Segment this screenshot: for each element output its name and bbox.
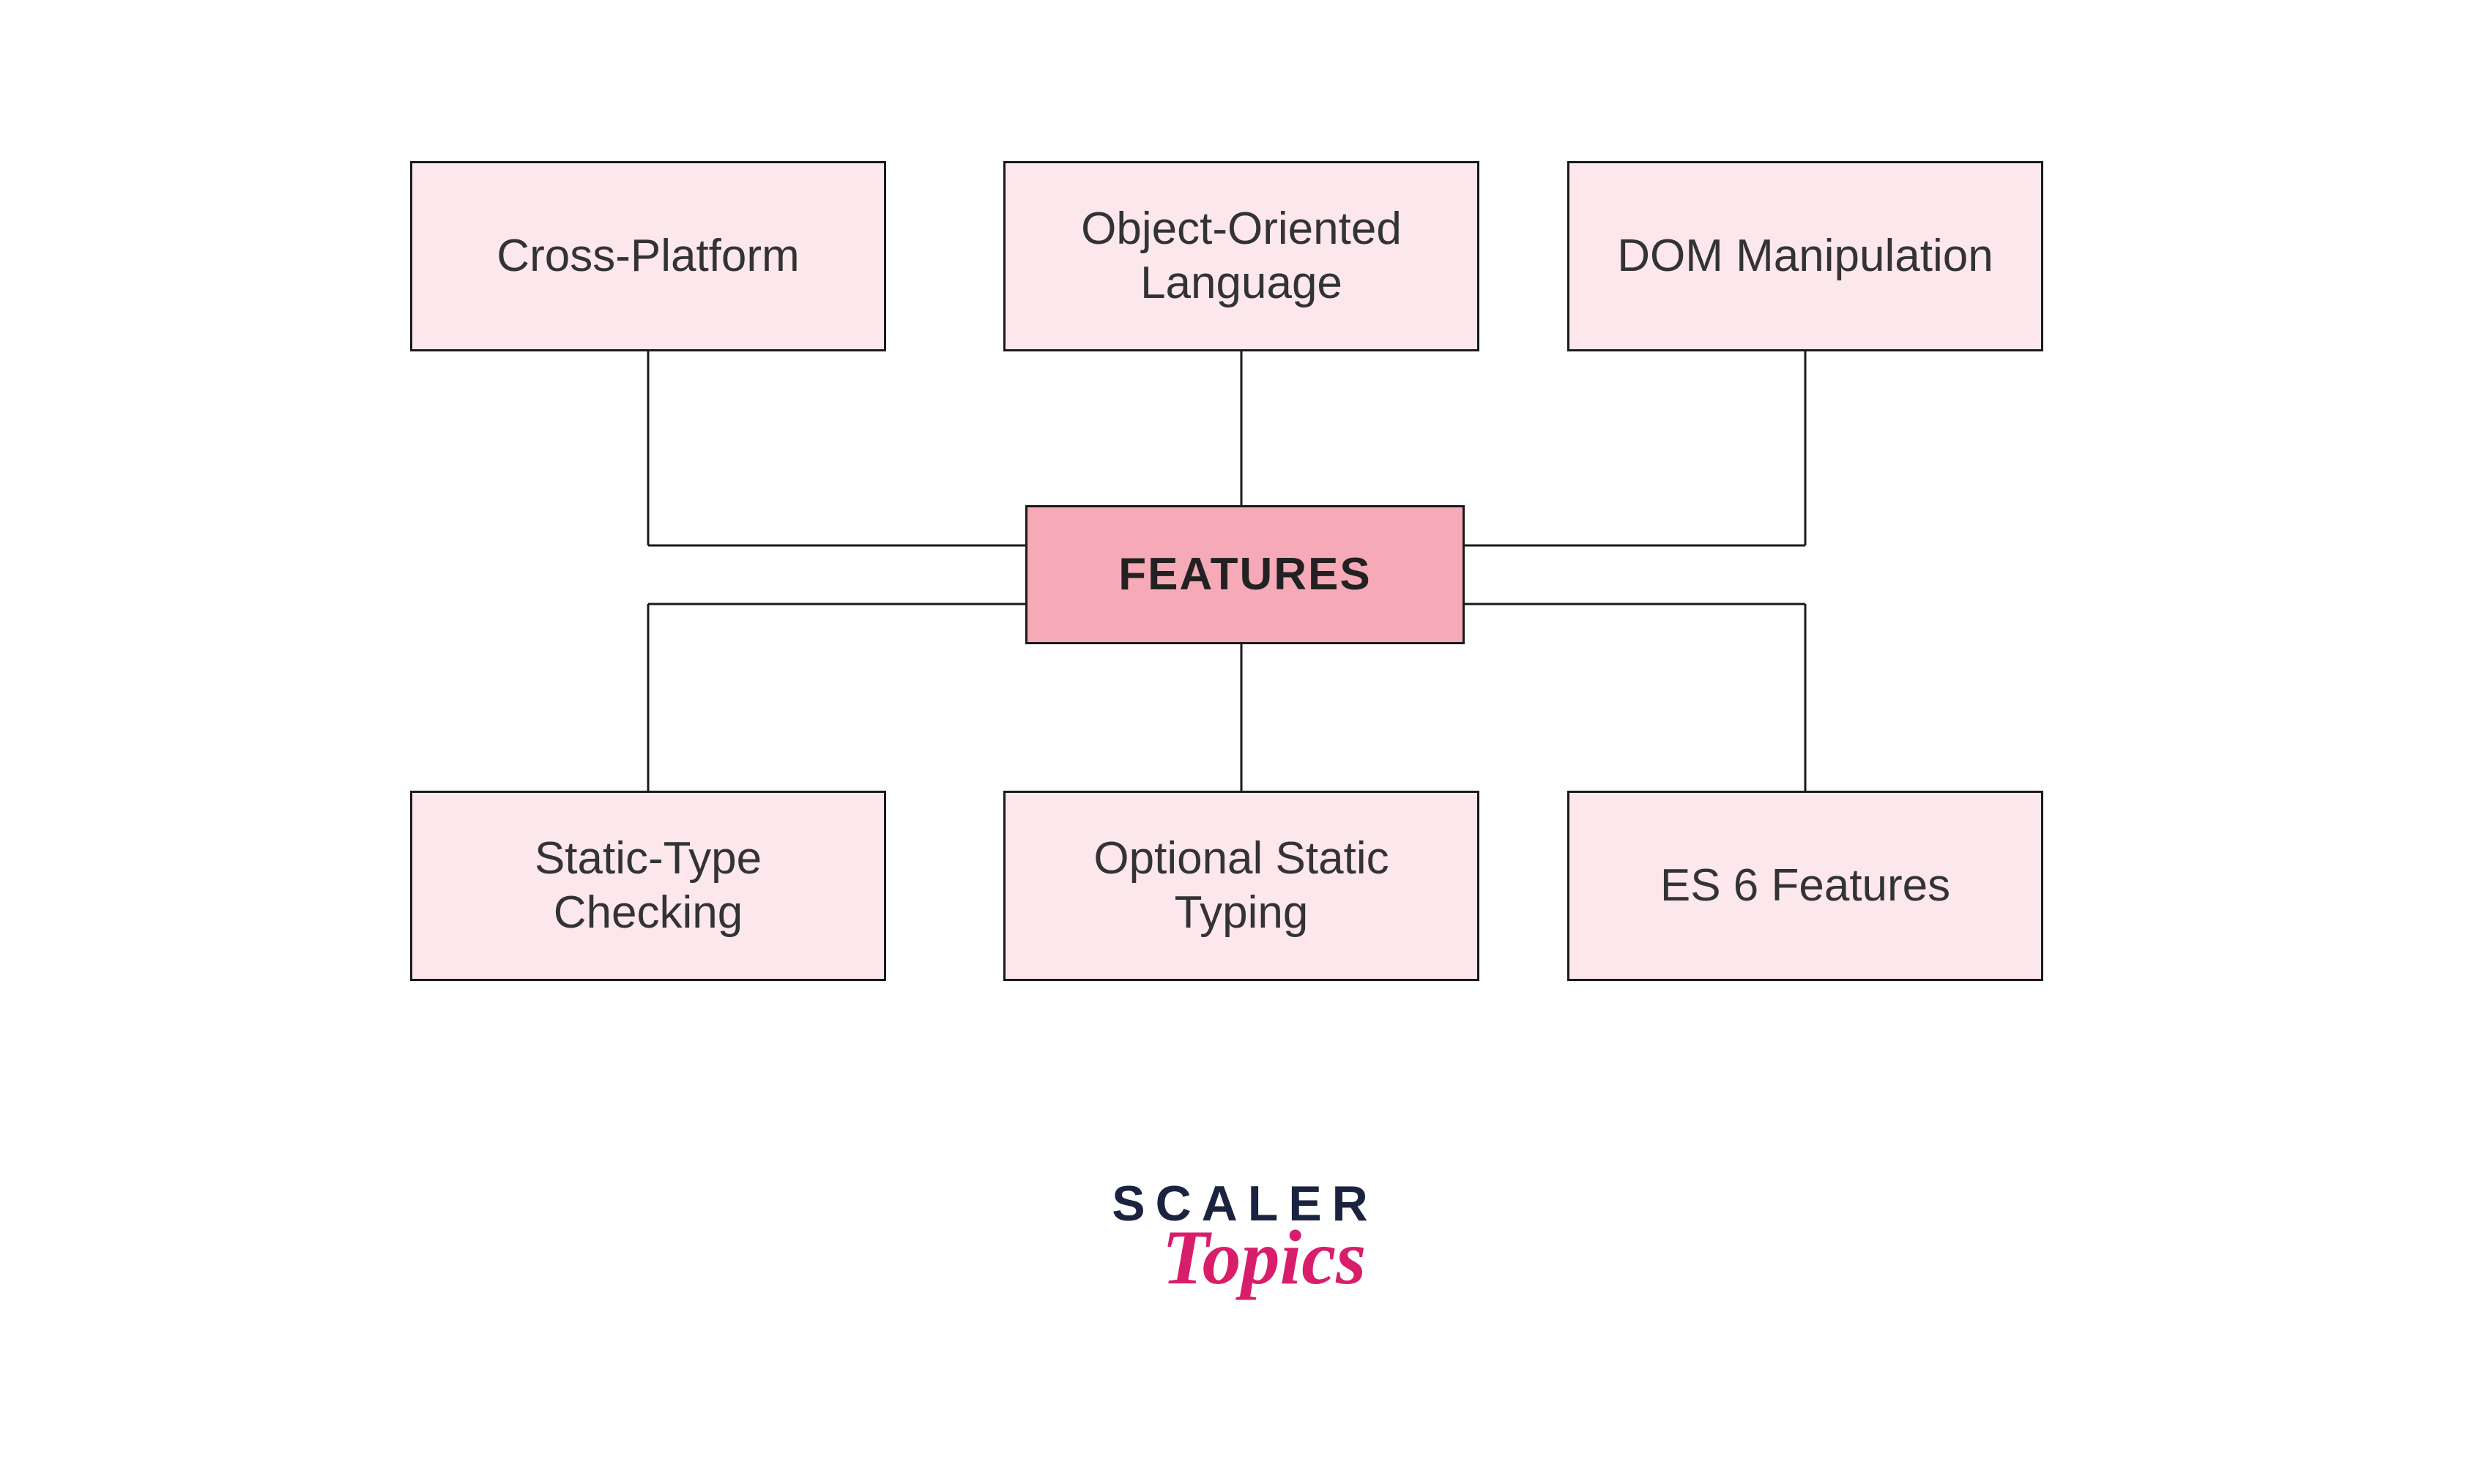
logo-line2: Topics — [1162, 1223, 1367, 1292]
node-object-oriented-language: Object-Oriented Language — [1003, 161, 1479, 351]
scaler-topics-logo: SCALER Topics — [1112, 1179, 1378, 1292]
diagram-canvas: Cross-Platform Object-Oriented Language … — [0, 0, 2490, 1484]
node-dom-manipulation: DOM Manipulation — [1567, 161, 2043, 351]
node-optional-static-typing: Optional Static Typing — [1003, 791, 1479, 981]
node-features-center: FEATURES — [1025, 505, 1465, 644]
node-es6-features: ES 6 Features — [1567, 791, 2043, 981]
node-label: ES 6 Features — [1660, 859, 1950, 913]
node-label: Optional Static Typing — [1027, 832, 1455, 941]
node-label: Cross-Platform — [497, 229, 799, 283]
node-label: Static-Type Checking — [434, 832, 862, 941]
node-label: Object-Oriented Language — [1027, 202, 1455, 311]
node-label: FEATURES — [1118, 548, 1372, 602]
node-cross-platform: Cross-Platform — [410, 161, 886, 351]
node-label: DOM Manipulation — [1617, 229, 1993, 283]
node-static-type-checking: Static-Type Checking — [410, 791, 886, 981]
